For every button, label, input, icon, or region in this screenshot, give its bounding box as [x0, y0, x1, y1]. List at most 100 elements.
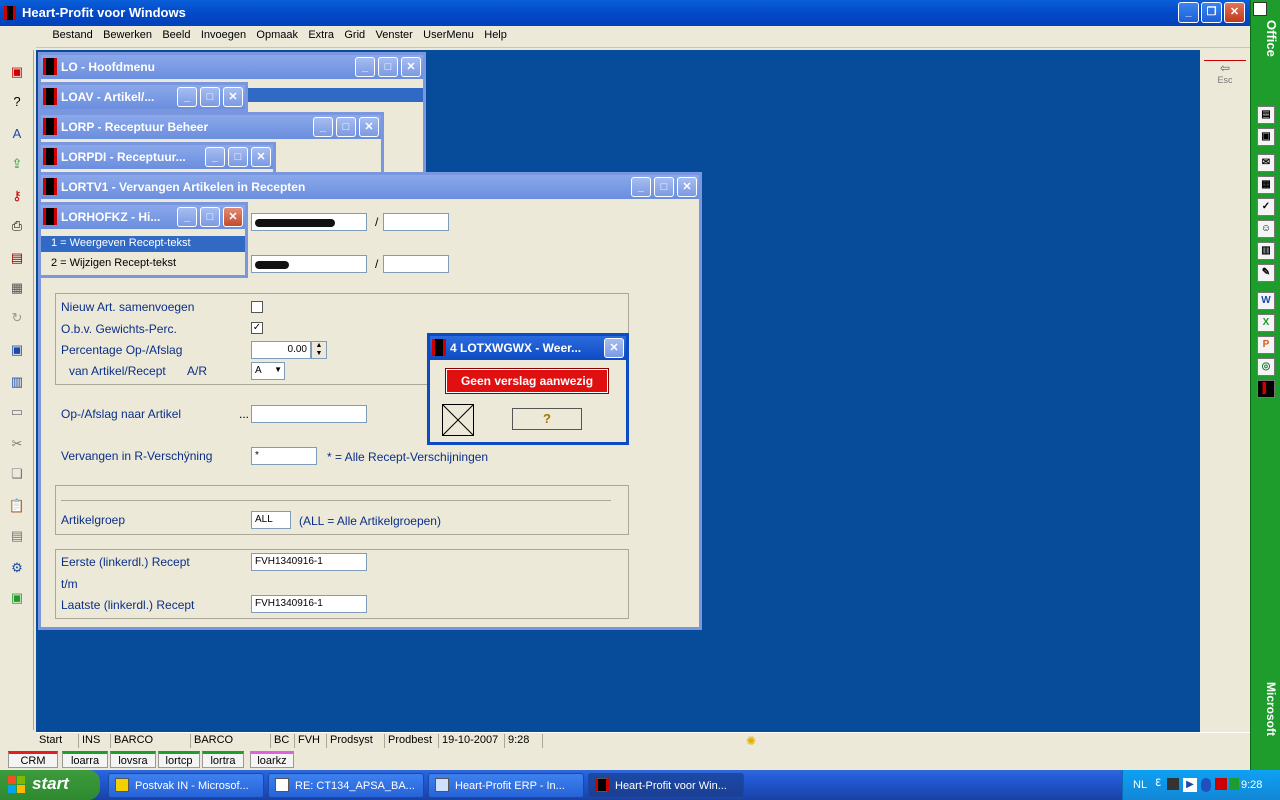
copy-icon[interactable]: ❏ — [8, 466, 26, 482]
maximize-button[interactable]: □ — [378, 57, 398, 77]
form-icon[interactable]: ▤ — [8, 250, 26, 266]
maximize-button[interactable]: □ — [336, 117, 356, 137]
help-icon[interactable]: ? — [8, 94, 26, 110]
menu-invoegen[interactable]: Invoegen — [198, 26, 249, 44]
popup-option-1[interactable]: 1 = Weergeven Recept-tekst — [41, 236, 245, 252]
popup-option-2[interactable]: 2 = Wijzigen Recept-tekst — [41, 256, 245, 272]
opafslag-input[interactable] — [251, 405, 367, 423]
lightbulb-icon[interactable]: ✺ — [746, 734, 756, 748]
minimize-button[interactable]: _ — [355, 57, 375, 77]
menu-icon[interactable]: ▣ — [8, 64, 26, 80]
minimize-button[interactable]: _ — [177, 87, 197, 107]
network-icon[interactable] — [1167, 778, 1179, 790]
close-button[interactable]: ✕ — [359, 117, 379, 137]
minimize-button[interactable]: _ — [205, 147, 225, 167]
percentage-input[interactable]: 0.00 — [251, 341, 311, 359]
key-icon[interactable]: ⚷ — [8, 188, 26, 204]
module-tab-loarra[interactable]: loarra — [62, 751, 108, 768]
refresh-icon[interactable]: ↻ — [8, 310, 26, 326]
grid-icon[interactable]: ▦ — [8, 280, 26, 296]
layout-icon[interactable]: ▭ — [8, 404, 26, 420]
task-outlook[interactable]: Postvak IN - Microsof... — [108, 773, 264, 798]
menu-venster[interactable]: Venster — [373, 26, 416, 44]
maximize-button[interactable]: □ — [654, 177, 674, 197]
office-menu-icon[interactable] — [1253, 2, 1267, 16]
close-button[interactable]: ✕ — [401, 57, 421, 77]
menu-bestand[interactable]: Bestand — [49, 26, 95, 44]
percentage-stepper[interactable]: ▲ ▼ — [311, 341, 327, 359]
window-lorhofkz[interactable]: LORHOFKZ - Hi... _ □ ✕ 1 = Weergeven Rec… — [38, 202, 248, 278]
bluetooth-icon[interactable] — [1201, 778, 1211, 792]
image-icon[interactable]: ▣ — [8, 590, 26, 606]
journal-icon[interactable]: ▥ — [1257, 242, 1275, 260]
clipboard-icon[interactable]: ▤ — [8, 528, 26, 544]
esc-button[interactable]: ⇦ Esc — [1204, 60, 1246, 96]
task-heart-profit-windows[interactable]: Heart-Profit voor Win... — [588, 773, 744, 798]
publisher-icon[interactable]: ◎ — [1257, 358, 1275, 376]
close-button[interactable]: ✕ — [1224, 2, 1245, 23]
settings-icon[interactable]: ⚙ — [8, 560, 26, 576]
menu-opmaak[interactable]: Opmaak — [253, 26, 301, 44]
menu-beeld[interactable]: Beeld — [159, 26, 193, 44]
article-to-suffix-field[interactable] — [383, 255, 449, 273]
powerpoint-icon[interactable]: P — [1257, 336, 1275, 354]
print-icon[interactable]: ⎙ — [8, 218, 26, 234]
help-button[interactable]: ? — [512, 408, 582, 430]
chart-icon[interactable]: ▥ — [8, 374, 26, 390]
start-button[interactable]: start — [0, 770, 100, 800]
language-indicator[interactable]: NL — [1133, 779, 1147, 791]
close-button[interactable]: ✕ — [604, 338, 624, 358]
dialog-lotxwgwx[interactable]: 4 LOTXWGWX - Weer... ✕ Geen verslag aanw… — [427, 333, 629, 445]
media-play-icon[interactable]: ▶ — [1183, 778, 1197, 792]
task-mail[interactable]: RE: CT134_APSA_BA... — [268, 773, 424, 798]
module-tab-crm[interactable]: CRM — [8, 751, 58, 768]
task-icon[interactable]: ✓ — [1257, 198, 1275, 216]
word-icon[interactable]: W — [1257, 292, 1275, 310]
artikelgroep-input[interactable]: ALL — [251, 511, 291, 529]
eerste-input[interactable]: FVH1340916-1 — [251, 553, 367, 571]
laatste-input[interactable]: FVH1340916-1 — [251, 595, 367, 613]
article-to-field[interactable] — [251, 255, 367, 273]
heart-profit-icon[interactable]: ▌ — [1257, 380, 1275, 398]
module-tab-loarkz[interactable]: loarkz — [250, 751, 294, 768]
close-button[interactable]: ✕ — [251, 147, 271, 167]
security-icon[interactable] — [1215, 778, 1227, 790]
ar-select[interactable]: A ▼ — [251, 362, 285, 380]
nieuw-art-checkbox[interactable] — [251, 301, 263, 313]
cut-icon[interactable]: ✂ — [8, 436, 26, 452]
module-tab-lortra[interactable]: lortra — [202, 751, 244, 768]
module-tab-lortcp[interactable]: lortcp — [158, 751, 200, 768]
paste-icon[interactable]: 📋 — [8, 498, 26, 514]
menu-extra[interactable]: Extra — [305, 26, 337, 44]
minimize-button[interactable]: _ — [313, 117, 333, 137]
window-loav[interactable]: LOAV - Artikel/... _ □ ✕ — [38, 82, 248, 112]
article-from-field[interactable] — [251, 213, 367, 231]
minimize-button[interactable]: _ — [631, 177, 651, 197]
vervangen-input[interactable]: * — [251, 447, 317, 465]
obv-checkbox[interactable]: ✓ — [251, 322, 263, 334]
close-button[interactable]: ✕ — [223, 87, 243, 107]
menu-help[interactable]: Help — [481, 26, 510, 44]
minimize-button[interactable]: _ — [177, 207, 197, 227]
selected-row[interactable] — [241, 88, 423, 102]
article-from-suffix-field[interactable] — [383, 213, 449, 231]
window-icon[interactable]: ▣ — [8, 342, 26, 358]
ime-icon[interactable]: ℇ — [1155, 778, 1161, 789]
excel-icon[interactable]: X — [1257, 314, 1275, 332]
restore-button[interactable]: ❐ — [1201, 2, 1222, 23]
tray-app-icon[interactable] — [1229, 778, 1239, 790]
calendar-icon[interactable]: ▦ — [1257, 176, 1275, 194]
module-tab-lovsra[interactable]: lovsra — [110, 751, 156, 768]
clock[interactable]: 9:28 — [1241, 779, 1262, 791]
menu-grid[interactable]: Grid — [341, 26, 368, 44]
office-open-icon[interactable]: ▣ — [1257, 128, 1275, 146]
menu-usermenu[interactable]: UserMenu — [420, 26, 477, 44]
office-doc-icon[interactable]: ▤ — [1257, 106, 1275, 124]
maximize-button[interactable]: □ — [200, 87, 220, 107]
minimize-button[interactable]: _ — [1178, 2, 1199, 23]
mail-icon[interactable]: ✉ — [1257, 154, 1275, 172]
export-icon[interactable]: ⇪ — [8, 156, 26, 172]
task-heart-profit-erp[interactable]: Heart-Profit ERP - In... — [428, 773, 584, 798]
note-icon[interactable]: ✎ — [1257, 264, 1275, 282]
maximize-button[interactable]: □ — [200, 207, 220, 227]
